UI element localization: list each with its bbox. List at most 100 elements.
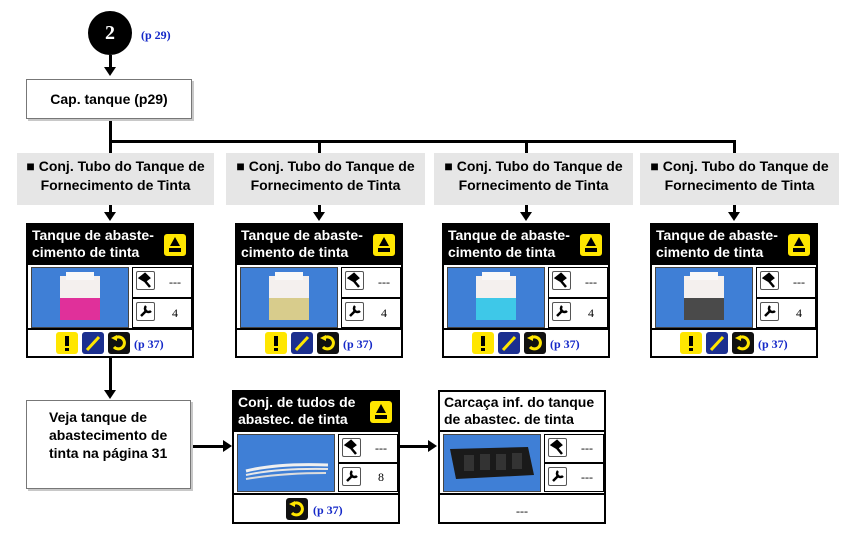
divider <box>237 328 401 330</box>
screw-icon <box>342 438 361 457</box>
lubricate-icon <box>498 332 520 354</box>
wrench-value: --- <box>581 470 593 484</box>
connector <box>109 140 112 154</box>
lubricate-icon <box>82 332 104 354</box>
wrench-cell: 4 <box>132 298 192 328</box>
divider <box>440 493 604 495</box>
divider <box>28 328 192 330</box>
screw-icon <box>345 271 364 290</box>
root-box: Cap. tanque (p29) <box>26 79 192 119</box>
divider <box>234 493 398 495</box>
reassembly-icon <box>286 498 308 520</box>
screw-cell: --- <box>341 267 401 298</box>
screw-icon <box>136 271 155 290</box>
note-box: Veja tanque de abastecimento de tinta na… <box>26 400 191 489</box>
housing-card: Carcaça inf. do tanque de abastec. de ti… <box>438 390 606 524</box>
tank-card: Tanque de abaste-cimento de tinta --- 4 … <box>235 223 403 358</box>
ink-fill <box>684 298 724 320</box>
arrowhead <box>313 212 325 221</box>
group-label: ■ Conj. Tubo do Tanque de Fornecimento d… <box>434 153 633 205</box>
part-photo <box>240 267 338 328</box>
part-photo <box>31 267 129 328</box>
divider <box>652 328 816 330</box>
group-label: ■ Conj. Tubo do Tanque de Fornecimento d… <box>226 153 425 205</box>
wrench-icon <box>760 302 779 321</box>
card-page-ref[interactable]: (p 37) <box>550 337 580 352</box>
connector <box>193 445 225 448</box>
group-label: ■ Conj. Tubo do Tanque de Fornecimento d… <box>640 153 839 205</box>
connector <box>400 445 430 448</box>
wrench-value: 4 <box>796 305 802 320</box>
warning-icon <box>265 332 287 354</box>
group-label: ■ Conj. Tubo do Tanque de Fornecimento d… <box>17 153 214 205</box>
wrench-value: 4 <box>588 305 594 320</box>
card-title-text: Tanque de abaste-cimento de tinta <box>656 227 778 260</box>
tank-card: Tanque de abaste-cimento de tinta --- 4 … <box>650 223 818 358</box>
wrench-icon <box>342 467 361 486</box>
screw-value: --- <box>793 275 805 289</box>
warning-icon <box>680 332 702 354</box>
screw-cell: --- <box>338 434 398 463</box>
wrench-icon <box>552 302 571 321</box>
arrowhead <box>104 390 116 399</box>
wrench-icon <box>548 467 567 486</box>
ink-fill <box>60 298 100 320</box>
root-label: Cap. tanque (p29) <box>50 91 168 107</box>
step-page-ref[interactable]: (p 29) <box>141 28 171 43</box>
wrench-cell: 4 <box>548 298 608 328</box>
arrowhead <box>520 212 532 221</box>
divider <box>444 328 608 330</box>
card-page-ref[interactable]: (p 37) <box>313 503 343 518</box>
screw-cell: --- <box>548 267 608 298</box>
wrench-icon <box>345 302 364 321</box>
connector <box>109 358 112 393</box>
reassembly-icon <box>108 332 130 354</box>
wrench-value: 4 <box>381 305 387 320</box>
screw-value: --- <box>169 275 181 289</box>
reassembly-icon <box>732 332 754 354</box>
tubes-card: Conj. de tudos de abastec. de tinta --- … <box>232 390 400 524</box>
screw-icon <box>760 271 779 290</box>
ink-tank-icon <box>373 234 395 256</box>
reassembly-icon <box>317 332 339 354</box>
card-page-ref[interactable]: (p 37) <box>758 337 788 352</box>
part-photo <box>655 267 753 328</box>
arrowhead <box>104 212 116 221</box>
card-title-text: Carcaça inf. do tanque de abastec. de ti… <box>444 394 595 427</box>
arrowhead <box>223 440 232 452</box>
wrench-cell: 4 <box>341 298 401 328</box>
screw-cell: --- <box>756 267 816 298</box>
wrench-value: 4 <box>172 305 178 320</box>
lubricate-icon <box>706 332 728 354</box>
wrench-cell: 4 <box>756 298 816 328</box>
step-number-badge: 2 <box>88 11 132 55</box>
card-page-ref[interactable]: (p 37) <box>343 337 373 352</box>
card-title-text: Tanque de abaste-cimento de tinta <box>448 227 570 260</box>
wrench-cell: 8 <box>338 463 398 492</box>
warning-icon <box>472 332 494 354</box>
card-title: Carcaça inf. do tanque de abastec. de ti… <box>440 392 604 432</box>
ink-tank-icon <box>580 234 602 256</box>
ink-tank-icon <box>788 234 810 256</box>
tank-card: Tanque de abaste-cimento de tinta --- 4 … <box>26 223 194 358</box>
wrench-value: 8 <box>378 470 384 484</box>
arrowhead <box>428 440 437 452</box>
screw-icon <box>552 271 571 290</box>
screw-value: --- <box>378 275 390 289</box>
ink-tank-icon <box>370 401 392 423</box>
part-photo <box>237 434 335 492</box>
connector <box>109 140 736 143</box>
card-page-ref[interactable]: (p 37) <box>134 337 164 352</box>
screw-value: --- <box>585 275 597 289</box>
connector <box>525 140 528 154</box>
screw-value: --- <box>375 441 387 455</box>
warning-icon <box>56 332 78 354</box>
tank-card: Tanque de abaste-cimento de tinta --- 4 … <box>442 223 610 358</box>
card-title-text: Tanque de abaste-cimento de tinta <box>241 227 363 260</box>
note-text: Veja tanque de abastecimento de tinta na… <box>49 409 168 461</box>
screw-cell: --- <box>544 434 604 463</box>
connector <box>733 140 736 154</box>
reassembly-icon <box>524 332 546 354</box>
ink-fill <box>476 298 516 320</box>
connector <box>109 118 112 142</box>
